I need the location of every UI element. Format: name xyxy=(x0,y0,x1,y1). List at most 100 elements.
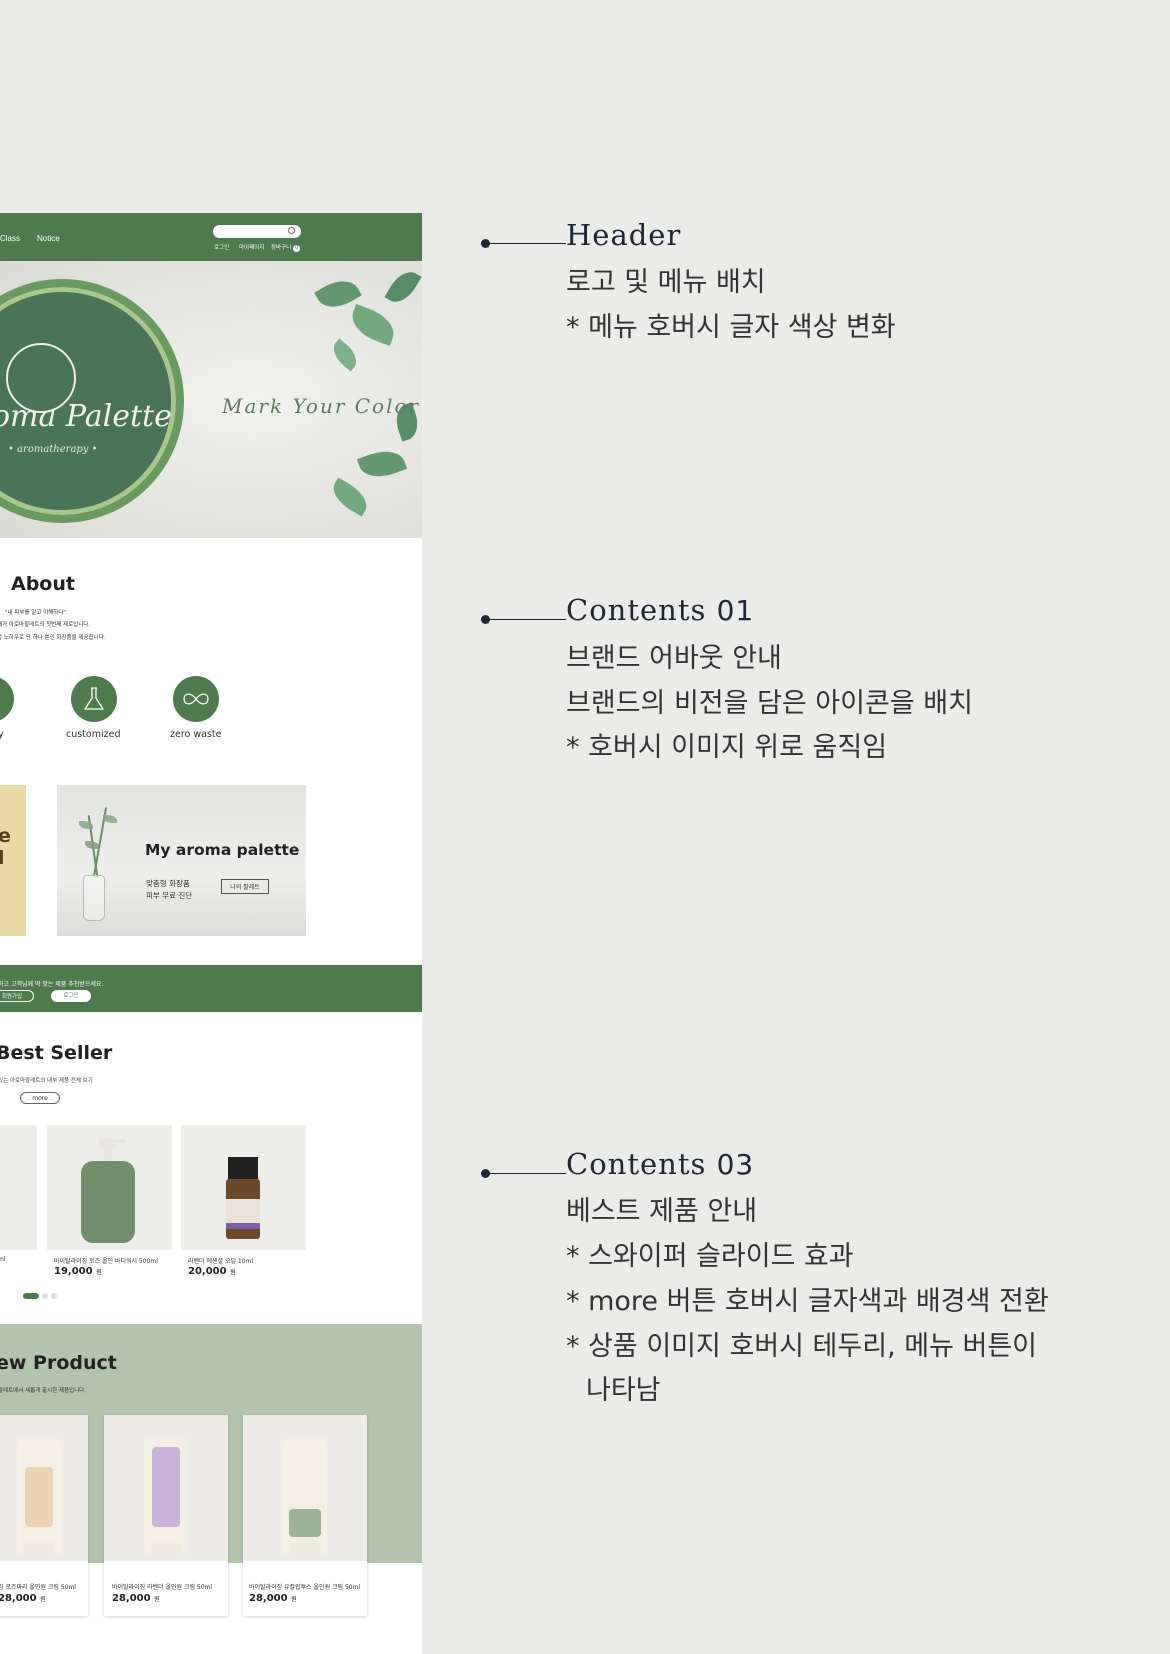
product-image xyxy=(104,1415,228,1561)
login-link[interactable]: 로그인 xyxy=(214,243,229,251)
annotation-text: * more 버튼 호버시 글자색과 배경색 전환 xyxy=(566,1286,1049,1317)
new-product-card[interactable]: 바이탈라이징 유칼립투스 올인원 크림 50ml 28,000 원 xyxy=(243,1415,367,1616)
product-price: 20,000 원 xyxy=(188,1266,236,1277)
icon-label: customized xyxy=(66,729,121,740)
price-value: 19,000 xyxy=(54,1266,93,1277)
price-value: 28,000 xyxy=(0,1593,37,1604)
site-header: Class Notice 로그인 마이페이지 장바구니 0 xyxy=(0,213,422,261)
body-wash-bottle-icon xyxy=(81,1139,135,1243)
product-name: 바이탈라이징 유칼립투스 올인원 크림 50ml xyxy=(249,1584,361,1591)
annotation-text: 브랜드 어바웃 안내 xyxy=(566,643,782,674)
vase-image xyxy=(83,875,105,921)
product-price: 28,000 원 xyxy=(249,1593,297,1604)
product-image xyxy=(243,1415,367,1561)
cream-tube-icon xyxy=(17,1437,61,1556)
product-name: 바이탈라이징 라벤더 올인원 크림 50ml xyxy=(112,1584,213,1591)
annotation-title: Contents 01 xyxy=(566,593,754,627)
annotation-number: 03 xyxy=(716,1148,755,1181)
promo-card-left[interactable]: e l xyxy=(0,785,26,936)
annotation-line xyxy=(486,243,566,244)
leaf-decoration xyxy=(85,841,99,849)
slider-dot[interactable] xyxy=(51,1293,57,1299)
cart-link[interactable]: 장바구니 0 xyxy=(271,243,301,252)
product-image[interactable] xyxy=(181,1125,306,1250)
product-image[interactable] xyxy=(47,1125,172,1250)
signup-button[interactable]: 회원가입 xyxy=(0,990,34,1002)
product-price: 28,000 원 xyxy=(0,1593,46,1604)
annotation-text: 로고 및 메뉴 배치 xyxy=(566,267,766,298)
annotation-text: 나타남 xyxy=(586,1375,661,1406)
nav-notice[interactable]: Notice xyxy=(37,234,60,243)
about-line: "내 피부를 알고 이해하다" xyxy=(5,610,66,616)
icon-label: y xyxy=(0,729,4,740)
annotation-text: * 스와이퍼 슬라이드 효과 xyxy=(566,1241,854,1272)
leaf-decoration xyxy=(79,821,93,829)
new-product-card[interactable]: 징 로즈마리 올인원 크림 50ml xyxy=(0,1415,88,1616)
cream-tube-icon xyxy=(144,1437,188,1556)
annotation-title: Header xyxy=(566,218,681,252)
login-button[interactable]: 로그인 xyxy=(51,990,91,1002)
annotation-number: 01 xyxy=(716,594,755,627)
more-button[interactable]: more xyxy=(20,1092,60,1104)
promo-title: My aroma palette xyxy=(145,841,300,859)
nav-class[interactable]: Class xyxy=(0,234,20,243)
price-value: 28,000 xyxy=(249,1593,288,1604)
annotation-title-text: Contents xyxy=(566,593,717,627)
my-palette-button[interactable]: 나의 팔레트 xyxy=(221,879,269,894)
about-line: 적합 노하우로 단 하나 뿐인 화장품을 제공합니다. xyxy=(0,635,106,641)
price-value: 28,000 xyxy=(112,1593,151,1604)
band-message: 하고 고객님께 딱 맞는 제품 추천받으세요. xyxy=(0,981,104,988)
promo-left-text: e l xyxy=(0,825,11,869)
new-product-title: ew Product xyxy=(0,1352,117,1374)
leaf-decoration xyxy=(327,477,373,517)
annotation-text: 베스트 제품 안내 xyxy=(566,1196,758,1227)
flask-icon[interactable] xyxy=(71,676,117,722)
price-value: 20,000 xyxy=(188,1266,227,1277)
search-icon[interactable] xyxy=(288,227,295,234)
slider-dot-active[interactable] xyxy=(23,1293,39,1299)
best-seller-title: Best Seller xyxy=(0,1042,113,1064)
tube-label xyxy=(152,1447,180,1527)
promo-sub: 피부 무료 진단 xyxy=(146,891,193,900)
annotation-line xyxy=(486,1173,566,1174)
product-price: 19,000 원 xyxy=(54,1266,102,1277)
signup-band: 하고 고객님께 딱 맞는 제품 추천받으세요. 회원가입 로그인 xyxy=(0,965,422,1012)
product-name: 바이탈라이징 로즈 올인 바디워시 500ml xyxy=(54,1258,158,1265)
new-product-card[interactable]: 바이탈라이징 라벤더 올인원 크림 50ml 28,000 원 xyxy=(104,1415,228,1616)
price-unit: 원 xyxy=(96,1269,102,1276)
annotation-title-text: Contents xyxy=(566,1147,717,1181)
price-unit: 원 xyxy=(40,1596,46,1603)
icon-label: zero waste xyxy=(170,729,222,740)
promo-card-palette[interactable]: My aroma palette 맞춤형 화장품 피부 무료 진단 나의 팔레트 xyxy=(57,785,306,936)
brand-logo-text: oma Palette xyxy=(0,399,172,434)
cream-tube-icon xyxy=(283,1437,327,1556)
search-input[interactable] xyxy=(213,225,301,238)
leaf-decoration xyxy=(346,303,400,347)
annotation-title-text: Header xyxy=(566,218,682,252)
website-mockup: Class Notice 로그인 마이페이지 장바구니 0 oma Palette… xyxy=(0,213,422,1654)
product-name: ml xyxy=(0,1256,6,1263)
product-image[interactable] xyxy=(0,1125,37,1250)
new-product-subtitle: 팔레트에서 새롭게 출시한 제품입니다. xyxy=(0,1388,86,1394)
product-image xyxy=(0,1415,88,1561)
slider-dot[interactable] xyxy=(42,1293,48,1299)
about-title: About xyxy=(11,573,75,595)
annotation-text: * 메뉴 호버시 글자 색상 변화 xyxy=(566,312,896,343)
about-line: 상태가 아로마팔레트의 첫번째 제로입니다. xyxy=(0,622,91,628)
leaf-decoration xyxy=(327,338,363,372)
tube-label xyxy=(25,1467,53,1527)
annotation-text: * 호버시 이미지 위로 움직임 xyxy=(566,732,888,763)
oil-bottle-icon xyxy=(226,1157,260,1239)
annotation-line xyxy=(486,619,566,620)
product-name: 징 로즈마리 올인원 크림 50ml xyxy=(0,1584,76,1591)
mypage-link[interactable]: 마이페이지 xyxy=(239,243,264,251)
infinity-icon[interactable] xyxy=(173,676,219,722)
tube-label xyxy=(289,1509,321,1537)
product-name: 라벤더 에센셜 오일 10ml xyxy=(188,1258,254,1265)
annotation-text: 브랜드의 비전을 담은 아이콘을 배치 xyxy=(566,688,973,719)
leaf-decoration xyxy=(384,265,422,309)
brand-subtitle: • aromatherapy • xyxy=(8,444,98,455)
annotation-title: Contents 03 xyxy=(566,1147,754,1181)
shield-icon[interactable] xyxy=(0,676,14,722)
price-unit: 원 xyxy=(154,1596,160,1603)
